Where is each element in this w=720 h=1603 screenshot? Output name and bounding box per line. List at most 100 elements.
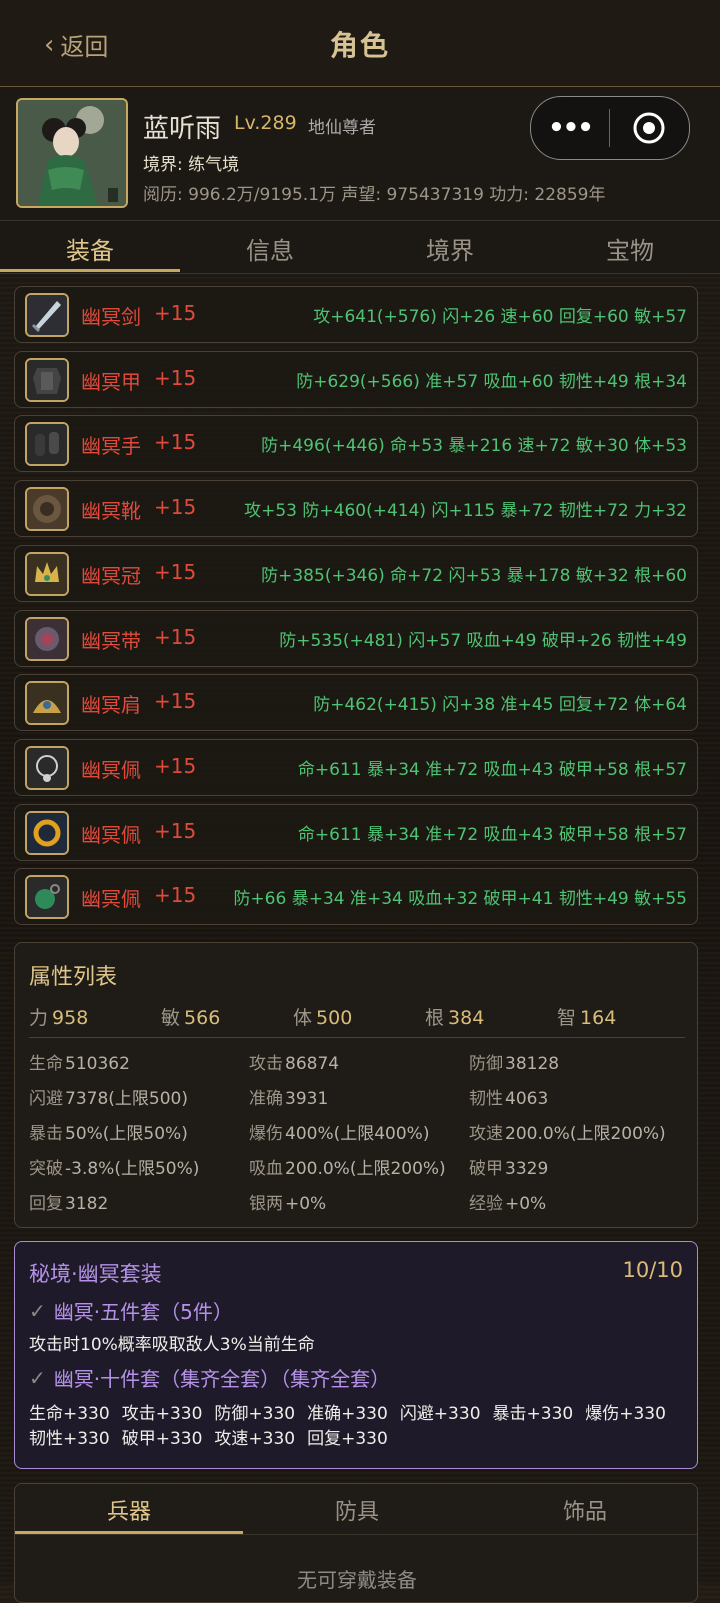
equipment-row[interactable]: 幽冥靴 +15 攻+53 防+460(+414) 闪+115 暴+72 韧性+72 … xyxy=(14,480,698,537)
tab-underline xyxy=(15,1531,243,1534)
base-attr-root: 根 384 xyxy=(425,1007,485,1029)
check-icon: ✓ xyxy=(29,1298,46,1323)
equipment-row[interactable]: 幽冥肩 +15 防+462(+415) 闪+38 准+45 回复+72 体+64 xyxy=(14,674,698,731)
avatar[interactable] xyxy=(16,98,128,208)
top-bar: ‹ 返回 角色 xyxy=(0,0,720,87)
bonus-item: 攻速+330 xyxy=(214,1429,296,1449)
equipment-enhance: +15 xyxy=(154,883,197,907)
attribute-cell: 攻速 200.0%(上限200%) xyxy=(469,1124,666,1144)
miniprogram-capsule: ••• xyxy=(530,96,690,160)
gloves-icon xyxy=(25,422,69,466)
character-level: Lv.289 xyxy=(234,112,297,134)
equipment-attributes: 防+629(+566) 准+57 吸血+60 韧性+49 根+34 xyxy=(296,372,687,392)
sword-icon xyxy=(25,293,69,337)
equipment-name: 幽冥佩 xyxy=(81,758,141,782)
character-realm: 境界: 练气境 xyxy=(143,155,240,175)
attribute-cell: 韧性 4063 xyxy=(469,1089,549,1109)
bonus-item: 爆伤+330 xyxy=(585,1404,666,1424)
equipment-name: 幽冥靴 xyxy=(81,499,141,523)
base-attr-str: 力 958 xyxy=(29,1007,89,1029)
equipment-attributes: 攻+53 防+460(+414) 闪+115 暴+72 韧性+72 力+32 xyxy=(244,501,687,521)
tab-realm[interactable]: 境界 xyxy=(360,231,540,266)
belt-icon xyxy=(25,617,69,661)
equipment-enhance: +15 xyxy=(154,560,197,584)
equipment-name: 幽冥佩 xyxy=(81,887,141,911)
tab-weapons[interactable]: 兵器 xyxy=(15,1494,243,1526)
character-name: 蓝听雨 xyxy=(143,114,222,144)
equipment-row[interactable]: 幽冥甲 +15 防+629(+566) 准+57 吸血+60 韧性+49 根+34 xyxy=(14,351,698,408)
set-five-title: ✓ 幽冥·五件套（5件） xyxy=(29,1296,233,1325)
equipment-enhance: +15 xyxy=(154,689,197,713)
equipment-name: 幽冥甲 xyxy=(81,370,141,394)
equipment-row[interactable]: 幽冥冠 +15 防+385(+346) 命+72 闪+53 暴+178 敏+32 根… xyxy=(14,545,698,602)
equipment-row[interactable]: 幽冥剑 +15 攻+641(+576) 闪+26 速+60 回复+60 敏+57 xyxy=(14,286,698,343)
character-rank: 地仙尊者 xyxy=(308,118,376,138)
more-icon[interactable]: ••• xyxy=(531,113,609,143)
equipment-enhance: +15 xyxy=(154,430,197,454)
equipment-attributes: 命+611 暴+34 准+72 吸血+43 破甲+58 根+57 xyxy=(297,760,687,780)
tab-treasure[interactable]: 宝物 xyxy=(540,231,720,266)
armor-icon xyxy=(25,358,69,402)
attribute-cell: 吸血 200.0%(上限200%) xyxy=(249,1159,446,1179)
equipment-row[interactable]: 幽冥佩 +15 防+66 暴+34 准+34 吸血+32 破甲+41 韧性+49 敏… xyxy=(14,868,698,925)
set-bonus-panel: 秘境·幽冥套装 10/10 ✓ 幽冥·五件套（5件） 攻击时10%概率吸取敌人3… xyxy=(14,1241,698,1469)
attribute-cell: 回复 3182 xyxy=(29,1194,109,1214)
equipment-enhance: +15 xyxy=(154,625,197,649)
check-icon: ✓ xyxy=(29,1365,46,1390)
equipment-attributes: 命+611 暴+34 准+72 吸血+43 破甲+58 根+57 xyxy=(297,825,687,845)
set-bonus-row-1: 生命+330 攻击+330 防御+330 准确+330 闪避+330 暴击+330 爆伤+3… xyxy=(29,1399,678,1424)
equipment-attributes: 防+496(+446) 命+53 暴+216 速+72 敏+30 体+53 xyxy=(261,436,687,456)
base-attr-agi: 敏 566 xyxy=(161,1007,221,1029)
attribute-panel: 属性列表 力 958 敏 566 体 500 根 384 智 164 生命 510362 攻击… xyxy=(14,942,698,1228)
equipment-category-panel: 兵器 防具 饰品 无可穿戴装备 xyxy=(14,1483,698,1603)
character-stats: 阅历: 996.2万/9195.1万 声望: 975437319 功力: 228… xyxy=(143,185,606,205)
tab-accessories[interactable]: 饰品 xyxy=(471,1494,697,1526)
equipment-name: 幽冥肩 xyxy=(81,693,141,717)
necklace-icon xyxy=(25,746,69,790)
set-ten-label: 幽冥·十件套（集齐全套）（集齐全套） xyxy=(53,1367,391,1391)
attribute-cell: 闪避 7378(上限500) xyxy=(29,1089,188,1109)
base-attributes: 力 958 敏 566 体 500 根 384 智 164 xyxy=(29,1003,685,1038)
equipment-name: 幽冥佩 xyxy=(81,823,141,847)
set-title: 秘境·幽冥套装 xyxy=(29,1262,162,1286)
attribute-cell: 准确 3931 xyxy=(249,1089,329,1109)
equipment-name: 幽冥冠 xyxy=(81,564,141,588)
bonus-item: 攻击+330 xyxy=(121,1404,203,1424)
main-tabs: 装备 信息 境界 宝物 xyxy=(0,220,720,274)
equipment-attributes: 防+535(+481) 闪+57 吸血+49 破甲+26 韧性+49 xyxy=(279,631,687,651)
equipment-enhance: +15 xyxy=(154,301,197,325)
tab-armor[interactable]: 防具 xyxy=(243,1494,471,1526)
bonus-item: 闪避+330 xyxy=(399,1404,481,1424)
tab-underline xyxy=(0,269,180,272)
bonus-item: 防御+330 xyxy=(214,1404,296,1424)
attribute-cell: 暴击 50%(上限50%) xyxy=(29,1124,188,1144)
bonus-item: 准确+330 xyxy=(307,1404,388,1424)
attribute-cell: 攻击 86874 xyxy=(249,1054,340,1074)
attribute-cell: 破甲 3329 xyxy=(469,1159,549,1179)
attribute-cell: 生命 510362 xyxy=(29,1054,130,1074)
set-ten-title: ✓ 幽冥·十件套（集齐全套）（集齐全套） xyxy=(29,1363,390,1392)
boots-icon xyxy=(25,487,69,531)
equipment-row[interactable]: 幽冥佩 +15 命+611 暴+34 准+72 吸血+43 破甲+58 根+57 xyxy=(14,804,698,861)
attribute-cell: 突破 -3.8%(上限50%) xyxy=(29,1159,200,1179)
tab-equipment[interactable]: 装备 xyxy=(0,231,180,266)
close-target-icon[interactable] xyxy=(610,111,688,145)
equipment-row[interactable]: 幽冥佩 +15 命+611 暴+34 准+72 吸血+43 破甲+58 根+57 xyxy=(14,739,698,796)
equipment-attributes: 防+385(+346) 命+72 闪+53 暴+178 敏+32 根+60 xyxy=(261,566,687,586)
equipment-attributes: 防+462(+415) 闪+38 准+45 回复+72 体+64 xyxy=(313,695,687,715)
bonus-item: 破甲+330 xyxy=(121,1429,203,1449)
tab-info[interactable]: 信息 xyxy=(180,231,360,266)
bonus-item: 生命+330 xyxy=(29,1404,110,1424)
bonus-item: 韧性+330 xyxy=(29,1429,110,1449)
jade-pendant-icon xyxy=(25,875,69,919)
set-bonus-row-2: 韧性+330 破甲+330 攻速+330 回复+330 xyxy=(29,1424,400,1449)
attribute-cell: 银两 +0% xyxy=(249,1194,327,1214)
page-title: 角色 xyxy=(329,29,390,62)
equipment-enhance: +15 xyxy=(154,495,197,519)
equipment-row[interactable]: 幽冥带 +15 防+535(+481) 闪+57 吸血+49 破甲+26 韧性+49 xyxy=(14,610,698,667)
equipment-row[interactable]: 幽冥手 +15 防+496(+446) 命+53 暴+216 速+72 敏+30 体… xyxy=(14,415,698,472)
equipment-name: 幽冥手 xyxy=(81,434,141,458)
set-count: 10/10 xyxy=(622,1258,683,1282)
equipment-enhance: +15 xyxy=(154,366,197,390)
equipment-attributes: 攻+641(+576) 闪+26 速+60 回复+60 敏+57 xyxy=(313,307,687,327)
